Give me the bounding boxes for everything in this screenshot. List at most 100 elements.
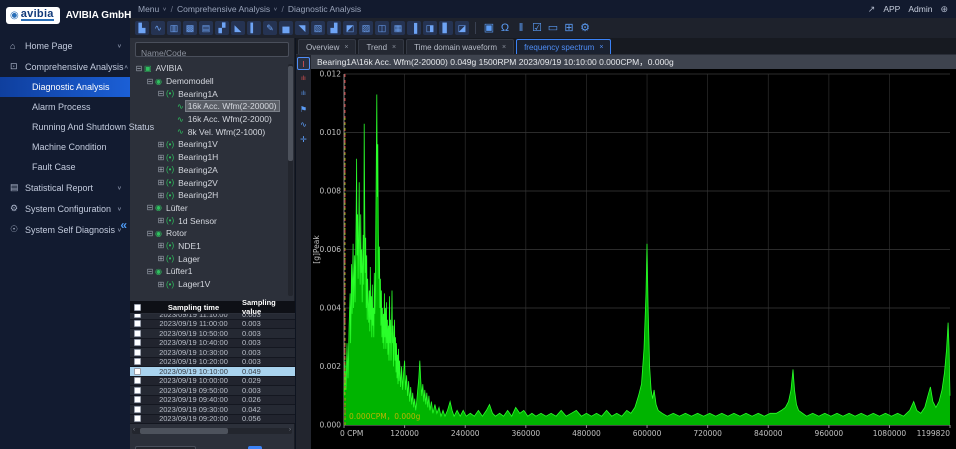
band-chart-icon[interactable]: ▋	[439, 21, 453, 35]
sidebar-item-home-page[interactable]: ⌂ Home Page ∨	[0, 35, 130, 56]
tab-frequency-spectrum[interactable]: frequency spectrum ×	[516, 39, 612, 54]
harmonic-cursor-icon[interactable]: ılı	[297, 72, 310, 85]
tree-node-bearing2a[interactable]: ⊞ (•) Bearing2A	[130, 164, 288, 177]
expand-icon[interactable]: ⊞	[156, 254, 166, 263]
tree-node-16k-acc-wfm-2-20000-[interactable]: ∿ 16k Acc. Wfm(2-20000)	[130, 100, 288, 113]
expand-icon[interactable]: ⊞	[156, 153, 166, 162]
cross-spectrum-icon[interactable]: ▧	[311, 21, 325, 35]
sampling-row[interactable]: 2023/09/19 10:00:00 0.029	[130, 376, 295, 386]
row-checkbox[interactable]	[134, 358, 141, 366]
dual-pane-icon[interactable]: ◫	[375, 21, 389, 35]
expand-icon[interactable]: ⊞	[156, 216, 166, 225]
sampling-row[interactable]: 2023/09/19 09:50:00 0.003	[130, 386, 295, 396]
waveform-chart-icon[interactable]: ∿	[151, 21, 165, 35]
sampling-row[interactable]: 2023/09/19 09:30:00 0.042	[130, 405, 295, 415]
app-link[interactable]: APP	[883, 4, 900, 14]
row-checkbox[interactable]	[134, 405, 141, 413]
sampling-row[interactable]: 2023/09/19 10:20:00 0.003	[130, 357, 295, 367]
expand-icon[interactable]: ⊞	[156, 140, 166, 149]
level-bar-icon[interactable]: ▐	[407, 21, 421, 35]
frequency-spectrum-chart[interactable]: 0.000 0.002 0.004 0.006 0.008 0.010 0.012 0 CPM…	[311, 69, 956, 449]
sidebar-item-fault-case[interactable]: Fault Case	[0, 157, 130, 177]
matrix-chart-icon[interactable]: ▦	[391, 21, 405, 35]
pan-move-icon[interactable]: ✛	[297, 132, 310, 145]
settings-gear-icon[interactable]: ⚙	[578, 21, 592, 35]
sampling-row[interactable]: 2023/09/19 10:10:00 0.049	[130, 367, 295, 377]
archive-box-icon[interactable]: ▭	[546, 21, 560, 35]
close-icon[interactable]: ×	[599, 44, 603, 51]
half-chart-icon[interactable]: ◨	[423, 21, 437, 35]
sidebar-item-system-configuration[interactable]: ⚙ System Configuration ∨	[0, 198, 130, 219]
expand-icon[interactable]: ⊞	[156, 280, 166, 289]
collapse-icon[interactable]: ⊟	[156, 89, 166, 98]
sidebar-item-machine-condition[interactable]: Machine Condition	[0, 137, 130, 157]
corner-chart-icon[interactable]: ◪	[455, 21, 469, 35]
table-hscrollbar[interactable]: ‹ ›	[132, 427, 292, 434]
alarm-bell-icon[interactable]: Ω	[498, 21, 512, 35]
expand-icon[interactable]: ⊞	[156, 165, 166, 174]
tree-node-bearing2v[interactable]: ⊞ (•) Bearing2V	[130, 176, 288, 189]
tree-node-bearing1v[interactable]: ⊞ (•) Bearing1V	[130, 138, 288, 151]
row-checkbox[interactable]	[134, 314, 141, 318]
breadcrumb-menu[interactable]: Menu ∨	[138, 4, 167, 14]
sampling-row[interactable]: 2023/09/19 11:00:00 0.003	[130, 319, 295, 329]
tab-time-domain-waveform[interactable]: Time domain waveform ×	[406, 39, 515, 54]
tree-node-lager1v[interactable]: ⊞ (•) Lager1V	[130, 278, 288, 291]
pause-icon[interactable]: ‖	[514, 21, 528, 35]
tree-node-lüfter1[interactable]: ⊟ ◉ Lüfter1	[130, 265, 288, 278]
row-checkbox[interactable]	[134, 415, 141, 423]
sidebar-collapse-icon[interactable]: «	[120, 218, 127, 232]
row-checkbox[interactable]	[134, 320, 141, 328]
sampling-row[interactable]: 2023/09/19 10:50:00 0.003	[130, 329, 295, 339]
sampling-row[interactable]: 2023/09/19 10:30:00 0.003	[130, 348, 295, 358]
tree-node-bearing2h[interactable]: ⊞ (•) Bearing2H	[130, 189, 288, 202]
row-checkbox[interactable]	[134, 396, 141, 404]
page-size-select[interactable]: 50Unit/page ∨	[135, 445, 196, 449]
cursor-marker-icon[interactable]: Ⅰ	[297, 57, 310, 70]
tab-trend[interactable]: Trend ×	[358, 39, 405, 54]
cascade-chart-icon[interactable]: ▨	[359, 21, 373, 35]
close-icon[interactable]: ×	[392, 44, 396, 51]
breadcrumb-comprehensive-analysis[interactable]: Comprehensive Analysis ∨	[177, 4, 277, 14]
user-menu[interactable]: Admin	[908, 4, 932, 14]
collapse-icon[interactable]: ⊟	[145, 229, 155, 238]
tree-node-demomodell[interactable]: ⊟ ◉ Demomodell	[130, 75, 288, 88]
sampling-row[interactable]: 2023/09/19 09:40:00 0.026	[130, 395, 295, 405]
task-check-icon[interactable]: ☑	[530, 21, 544, 35]
expand-icon[interactable]: ⊞	[156, 178, 166, 187]
collapse-icon[interactable]: ⊟	[145, 203, 155, 212]
bar-chart-icon[interactable]: ılı	[297, 87, 310, 100]
tree-node-rotor[interactable]: ⊟ ◉ Rotor	[130, 227, 288, 240]
snapshot-icon[interactable]: ▣	[482, 21, 496, 35]
close-icon[interactable]: ×	[502, 44, 506, 51]
thermometer-icon[interactable]: ▍	[247, 21, 261, 35]
flag-marker-icon[interactable]: ⚑	[297, 102, 310, 115]
breadcrumb-diagnostic-analysis[interactable]: Diagnostic Analysis	[288, 4, 361, 14]
lattice-diagram-icon[interactable]: ▩	[183, 21, 197, 35]
row-checkbox[interactable]	[134, 329, 141, 337]
row-checkbox[interactable]	[134, 367, 141, 375]
waveform-tool-icon[interactable]: ∿	[297, 117, 310, 130]
tree-node-avibia[interactable]: ⊟ ▣ AVIBIA	[130, 62, 288, 75]
bars-display-icon[interactable]: ▥	[167, 21, 181, 35]
histogram-chart-icon[interactable]: ▅	[279, 21, 293, 35]
sidebar-item-diagnostic-analysis[interactable]: Diagnostic Analysis	[0, 77, 130, 97]
tree-node-lüfter[interactable]: ⊟ ◉ Lüfter	[130, 202, 288, 215]
row-checkbox[interactable]	[134, 377, 141, 385]
collapse-icon[interactable]: ⊟	[145, 77, 155, 86]
sidebar-item-system-self-diagnosis[interactable]: ☉ System Self Diagnosis ∨	[0, 219, 130, 240]
tree-node-bearing1h[interactable]: ⊞ (•) Bearing1H	[130, 151, 288, 164]
tree-node-nde1[interactable]: ⊞ (•) NDE1	[130, 240, 288, 253]
slope-chart-icon[interactable]: ◣	[231, 21, 245, 35]
sidebar-item-alarm-process[interactable]: Alarm Process	[0, 97, 130, 117]
tree-node-1d-sensor[interactable]: ⊞ (•) 1d Sensor	[130, 214, 288, 227]
sidebar-item-statistical-report[interactable]: ▤ Statistical Report ∨	[0, 177, 130, 198]
row-checkbox[interactable]	[134, 348, 141, 356]
search-input[interactable]	[136, 46, 288, 60]
sidebar-item-comprehensive-analysis[interactable]: ⊡ Comprehensive Analysis ∧	[0, 56, 130, 77]
tree-node-bearing1a[interactable]: ⊟ (•) Bearing1A	[130, 87, 288, 100]
select-all-checkbox[interactable]	[134, 303, 141, 311]
collapse-icon[interactable]: ⊟	[145, 267, 155, 276]
tree-node-lager[interactable]: ⊞ (•) Lager	[130, 252, 288, 265]
language-globe-icon[interactable]: ⊕	[940, 4, 948, 15]
